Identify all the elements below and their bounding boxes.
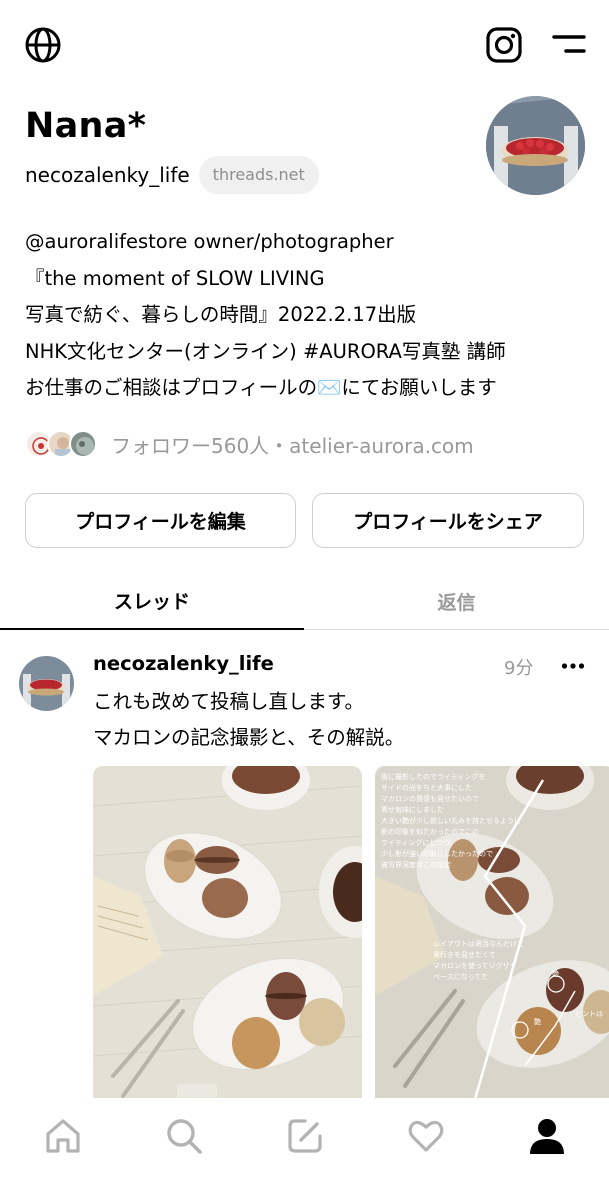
profile-handle: necozalenky_life [25, 163, 190, 187]
edit-profile-button[interactable]: プロフィールを編集 [25, 493, 296, 548]
post-text-line: これも改めて投稿し直します。 [93, 690, 365, 713]
instagram-icon[interactable] [485, 26, 523, 64]
profile-bio: @auroralifestore owner/photographer 『the… [25, 224, 585, 407]
annotation-line: ベースになってた [433, 973, 488, 981]
annotation-line: 少し影が強い印象にしたかったので [381, 849, 493, 858]
post-text: これも改めて投稿し直します。 マカロンの記念撮影と、その解説。 [93, 684, 404, 756]
bio-line: NHK文化センター(オンライン) #AURORA写真塾 講師 [25, 339, 506, 363]
annotation-line: 影の印象を似たかったのでこの [381, 827, 479, 836]
compose-icon[interactable] [285, 1116, 325, 1156]
bio-line: 『the moment of SLOW LIVING [25, 266, 325, 290]
followers-text[interactable]: フォロワー560人・atelier-aurora.com [111, 430, 474, 459]
annotation-line: ライティングにしつつ、 [381, 838, 457, 847]
annotation-line: サイドの光をちと大事にした [381, 783, 472, 792]
profile-tabs: スレッド 返信 [0, 572, 609, 630]
annotation-line: マカロンの質感も見せたいので [381, 794, 479, 803]
handle-row: necozalenky_life threads.net [25, 156, 319, 194]
annotation-line: マカロンを使ってジグザグ [433, 961, 517, 970]
followers-row[interactable]: フォロワー560人・atelier-aurora.com [25, 424, 474, 464]
menu-icon[interactable] [551, 32, 587, 56]
bio-line: 写真で紡ぐ、暮らしの時間』2022.2.17出版 [25, 303, 417, 326]
annotation-line: 被写界深度はこの設定 [381, 860, 451, 869]
follower-avatars [25, 428, 101, 460]
post-timestamp: 9分 [504, 658, 534, 679]
post-username[interactable]: necozalenky_life [93, 652, 274, 675]
annotation-line: 後に撮影したのでライティングを [381, 772, 485, 781]
share-profile-button[interactable]: プロフィールをシェア [312, 493, 584, 548]
annotation-line: 奥行きを見せたくて [433, 950, 496, 959]
post-avatar[interactable] [19, 656, 74, 711]
annotation-label: ヒントは [575, 1010, 603, 1018]
profile-icon[interactable] [527, 1116, 567, 1156]
post-photo[interactable] [93, 766, 362, 1106]
post-text-line: マカロンの記念撮影と、その解説。 [93, 726, 405, 749]
tab-threads[interactable]: スレッド [0, 572, 304, 630]
home-icon[interactable] [43, 1116, 83, 1156]
annotation-label: 艶 [552, 969, 559, 978]
annotation-line: 寄せ気味にしました [381, 805, 444, 814]
annotation-line: レイアウトは適当なんだけど [433, 939, 524, 948]
top-bar [0, 0, 609, 90]
tab-replies[interactable]: 返信 [304, 572, 609, 630]
bio-line[interactable]: @auroralifestore owner/photographer [25, 224, 585, 261]
follower-avatar [69, 430, 97, 458]
heart-icon[interactable] [406, 1116, 446, 1156]
more-options-icon[interactable] [561, 656, 585, 676]
profile-avatar[interactable] [486, 96, 585, 195]
domain-badge[interactable]: threads.net [198, 156, 319, 194]
annotation-label: 艶 [534, 1017, 541, 1026]
profile-name: Nana* [25, 106, 147, 146]
globe-icon[interactable] [24, 26, 62, 64]
post-photo[interactable]: 後に撮影したのでライティングを サイドの光をちと大事にした マカロンの質感も見せ… [375, 766, 609, 1106]
annotation-line: 大きい艶が少し欲しい丸みを持たせるように [381, 816, 521, 825]
search-icon[interactable] [164, 1116, 204, 1156]
bottom-navigation [0, 1098, 609, 1200]
bio-line: お仕事のご相談はプロフィールの✉️にてお願いします [25, 376, 497, 399]
